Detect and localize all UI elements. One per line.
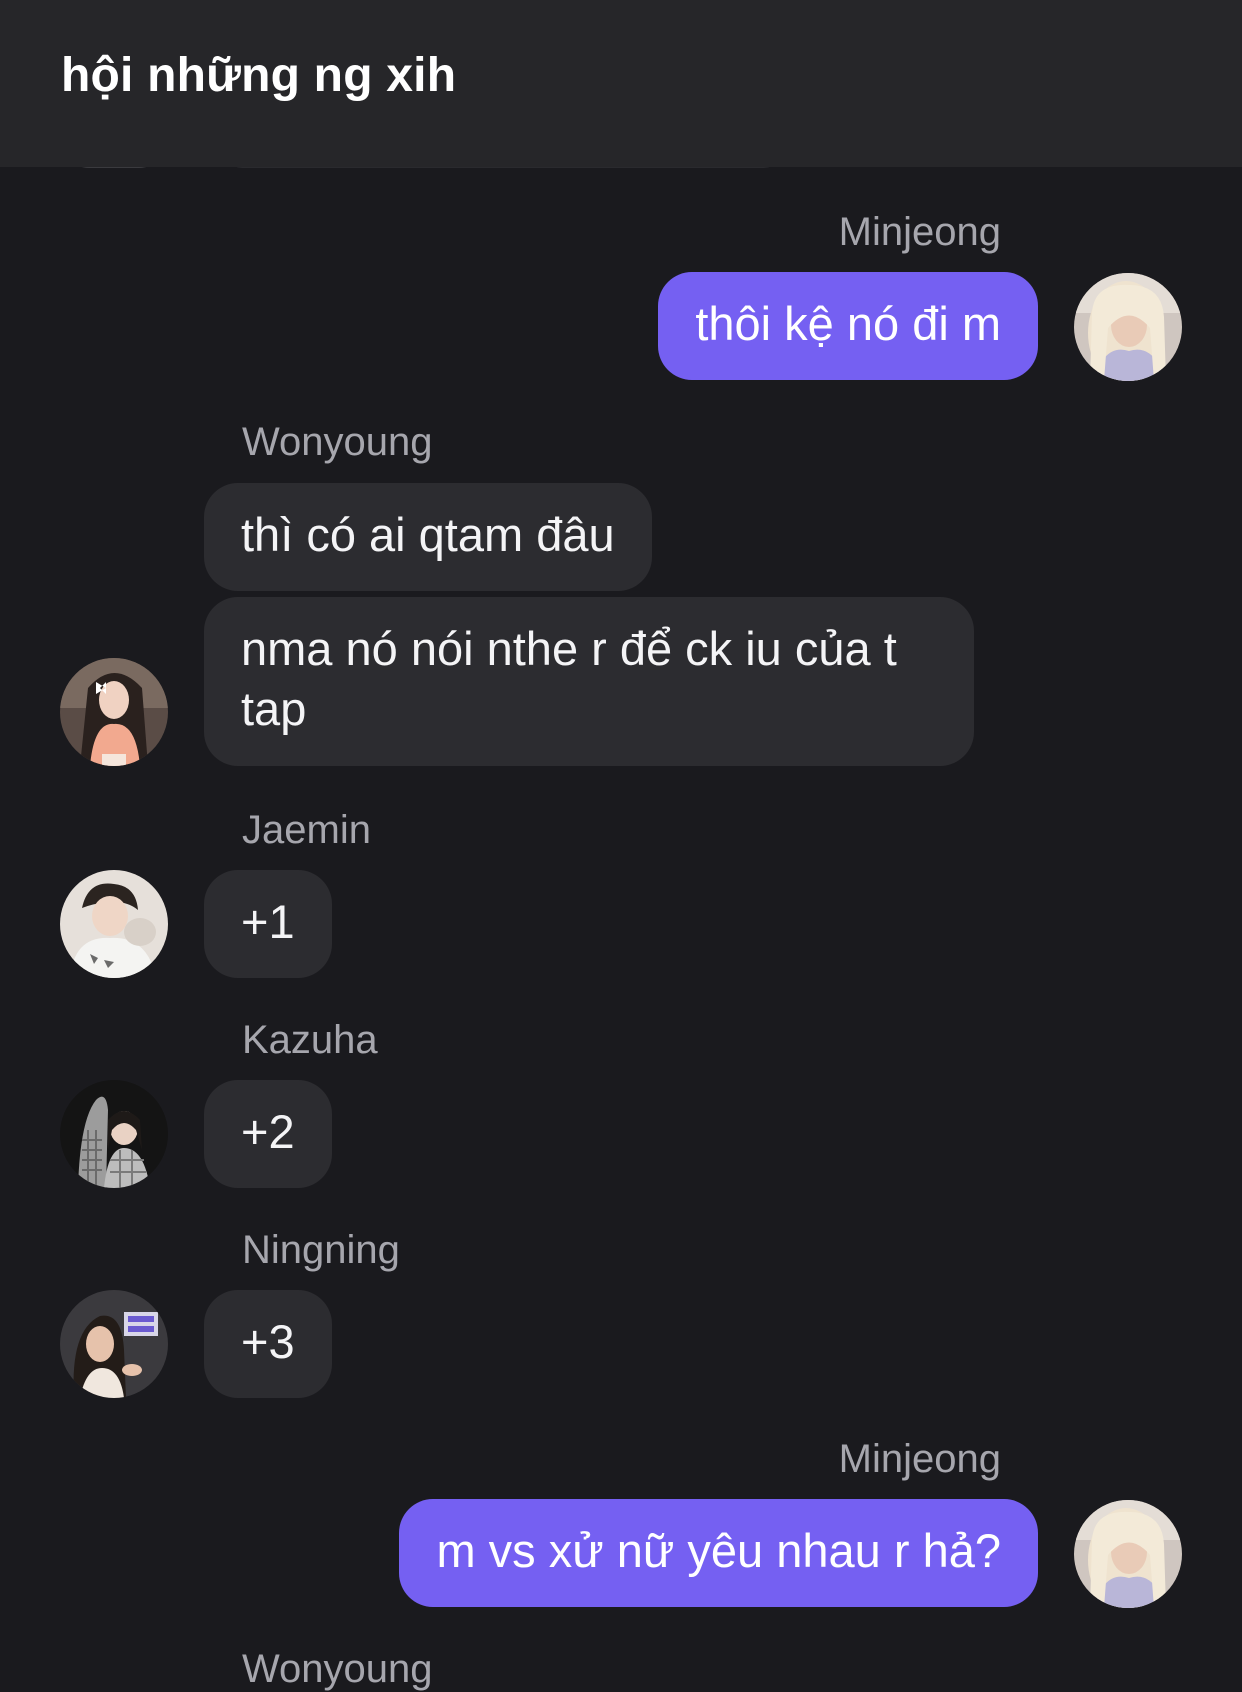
sender-name: Wonyoung xyxy=(242,420,433,464)
avatar-minjeong[interactable] xyxy=(1074,1500,1182,1608)
sender-name: Minjeong xyxy=(838,210,1001,254)
chat-header: hội những ng xih xyxy=(0,0,1242,167)
message-bubble-outgoing[interactable]: m vs xử nữ yêu nhau r hả? xyxy=(399,1499,1038,1607)
avatar-ningning-icon xyxy=(60,1290,168,1398)
avatar-minjeong[interactable] xyxy=(1074,273,1182,381)
avatar-ningning[interactable] xyxy=(60,1290,168,1398)
message-bubble-incoming[interactable]: +1 xyxy=(204,870,332,978)
message-bubble-outgoing[interactable]: thôi kệ nó đi m xyxy=(658,272,1038,380)
group-title[interactable]: hội những ng xih xyxy=(61,48,456,103)
message-bubble-incoming[interactable]: thì có ai qtam đâu xyxy=(204,483,652,591)
sender-name: Wonyoung xyxy=(242,1647,433,1691)
avatar-minjeong-icon xyxy=(1074,273,1182,381)
message-bubble-incoming[interactable]: nma nó nói nthe r để ck iu của t tap xyxy=(204,597,974,766)
sender-name: Ningning xyxy=(242,1228,400,1272)
avatar-kazuha-icon xyxy=(60,1080,168,1188)
avatar-jaemin-icon xyxy=(60,870,168,978)
sender-name: Jaemin xyxy=(242,808,371,852)
sender-name: Minjeong xyxy=(838,1437,1001,1481)
avatar-wonyoung[interactable] xyxy=(60,658,168,766)
message-bubble-incoming[interactable]: +2 xyxy=(204,1080,332,1188)
avatar-wonyoung-icon xyxy=(60,658,168,766)
avatar-kazuha[interactable] xyxy=(60,1080,168,1188)
avatar-minjeong-icon xyxy=(1074,1500,1182,1608)
sender-name: Kazuha xyxy=(242,1018,378,1062)
avatar-jaemin[interactable] xyxy=(60,870,168,978)
message-bubble-incoming[interactable]: +3 xyxy=(204,1290,332,1398)
